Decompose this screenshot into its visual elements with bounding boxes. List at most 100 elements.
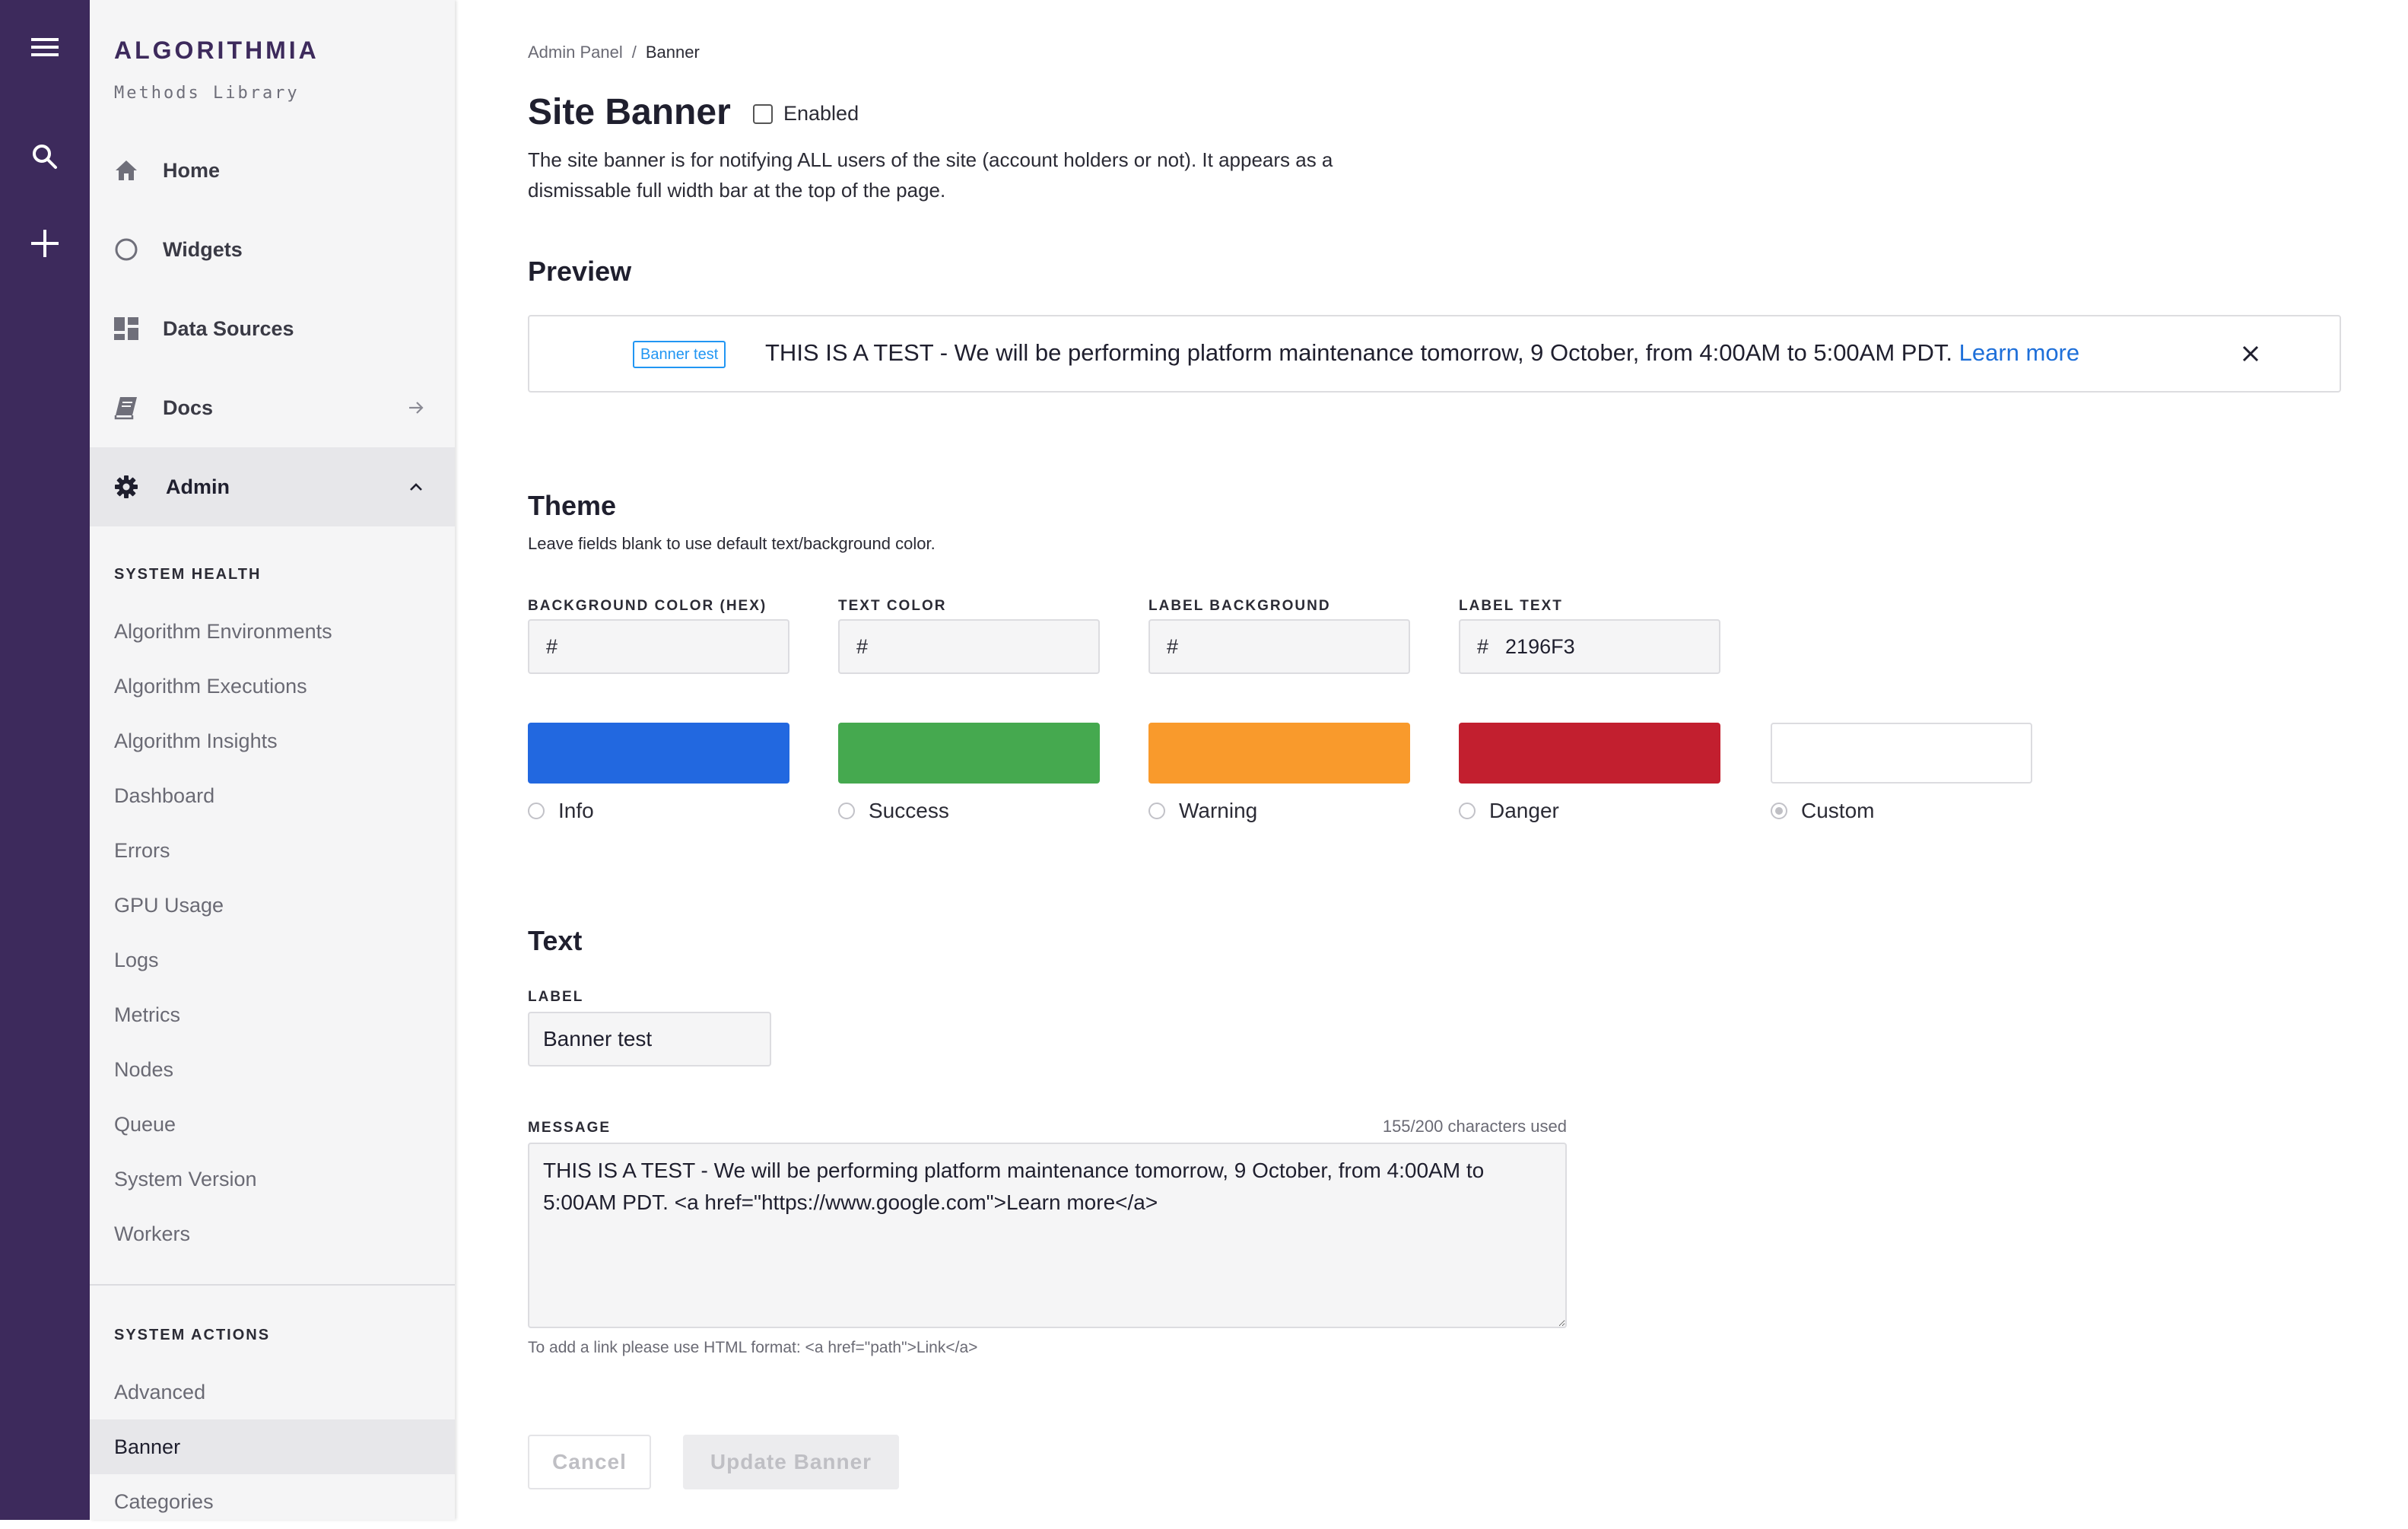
sidebar-item-system-version[interactable]: System Version [90,1152,455,1206]
hash-prefix: # [546,634,558,658]
message-textarea[interactable]: THIS IS A TEST - We will be performing p… [528,1143,1567,1328]
character-count: 155/200 characters used [1382,1117,1567,1136]
swatch-custom[interactable] [1771,723,2032,784]
brand-subtitle: Methods Library [114,84,300,103]
brand-logo[interactable]: ALGORITHMIA [114,37,319,65]
breadcrumb-separator: / [631,43,637,62]
sidebar-divider [90,1284,455,1286]
nav-label: Admin [166,475,230,498]
theme-note: Leave fields blank to use default text/b… [528,534,936,553]
sidebar-item-queue[interactable]: Queue [90,1097,455,1152]
radio-custom[interactable]: Custom [1771,799,1874,823]
section-heading-system-health: SYSTEM HEALTH [114,566,262,583]
sidebar-item-advanced[interactable]: Advanced [90,1365,455,1419]
swatch-info[interactable] [528,723,789,784]
sidebar-item-categories[interactable]: Categories [90,1474,455,1529]
radio-label: Danger [1489,799,1559,822]
plus-icon[interactable] [0,213,90,274]
sidebar-item-algorithm-insights[interactable]: Algorithm Insights [90,714,455,768]
radio-button[interactable] [528,803,545,819]
swatch-danger[interactable] [1459,723,1720,784]
sidebar-item-logs[interactable]: Logs [90,933,455,987]
radio-warning[interactable]: Warning [1148,799,1257,823]
background-color-input[interactable] [574,634,773,659]
preview-heading: Preview [528,256,632,287]
nav-label: Home [163,158,221,182]
book-icon [113,394,140,421]
message-field-label: MESSAGE [528,1120,612,1136]
link-format-hint: To add a link please use HTML format: <a… [528,1339,978,1356]
radio-button[interactable] [838,803,855,819]
sidebar-item-banner[interactable]: Banner [90,1419,455,1474]
radio-label: Info [558,799,594,822]
nav-item-data-sources[interactable]: Data Sources [90,289,455,368]
label-background-input[interactable] [1195,634,1393,659]
sidebar-item-errors[interactable]: Errors [90,823,455,878]
text-color-input[interactable] [885,634,1083,659]
text-color-label: TEXT COLOR [838,598,947,614]
arrow-right-icon [405,396,427,419]
breadcrumb-current: Banner [645,43,700,62]
label-background-field[interactable]: # [1148,619,1410,674]
circle-icon [113,236,140,263]
enabled-checkbox[interactable] [753,103,773,124]
update-banner-button[interactable]: Update Banner [683,1435,899,1489]
theme-heading: Theme [528,490,617,521]
home-icon [113,157,140,184]
app-rail [0,0,90,1520]
sidebar-item-workers[interactable]: Workers [90,1206,455,1261]
nav-item-widgets[interactable]: Widgets [90,210,455,289]
search-icon[interactable] [0,126,90,187]
radio-label: Warning [1179,799,1258,822]
banner-preview-message: THIS IS A TEST - We will be performing p… [765,339,2080,366]
radio-button[interactable] [1148,803,1165,819]
radio-danger[interactable]: Danger [1459,799,1559,823]
radio-success[interactable]: Success [838,799,949,823]
label-text-field[interactable]: # [1459,619,1720,674]
breadcrumb: Admin Panel / Banner [528,43,700,62]
close-icon[interactable] [2238,341,2263,367]
banner-preview: Banner test THIS IS A TEST - We will be … [528,315,2341,393]
label-input[interactable] [528,1012,771,1066]
swatch-success[interactable] [838,723,1100,784]
text-color-field[interactable]: # [838,619,1100,674]
nav-item-docs[interactable]: Docs [90,368,455,447]
radio-label: Success [869,799,949,822]
nav-item-admin[interactable]: Admin [90,447,455,526]
sidebar-item-nodes[interactable]: Nodes [90,1042,455,1097]
gear-icon [113,473,140,501]
page-description: The site banner is for notifying ALL use… [528,148,1333,202]
cancel-button[interactable]: Cancel [528,1435,651,1489]
label-text-label: LABEL TEXT [1459,598,1563,614]
label-text-input[interactable] [1505,634,1704,659]
nav-item-home[interactable]: Home [90,131,455,210]
nav-label: Docs [163,396,214,419]
radio-label: Custom [1801,799,1875,822]
label-field-label: LABEL [528,989,584,1005]
chevron-up-icon[interactable] [405,475,427,498]
sidebar-item-gpu-usage[interactable]: GPU Usage [90,878,455,933]
sidebar-item-dashboard[interactable]: Dashboard [90,768,455,823]
swatch-warning[interactable] [1148,723,1410,784]
hash-prefix: # [1167,634,1179,658]
hash-prefix: # [856,634,869,658]
section-heading-system-actions: SYSTEM ACTIONS [114,1327,271,1343]
radio-button[interactable] [1459,803,1476,819]
sidebar-item-algorithm-executions[interactable]: Algorithm Executions [90,659,455,714]
main-content: Admin Panel / Banner Site Banner Enabled T… [528,0,2408,1520]
breadcrumb-admin-panel[interactable]: Admin Panel [528,43,623,62]
radio-button[interactable] [1771,803,1787,819]
background-color-label: BACKGROUND COLOR (HEX) [528,598,767,614]
sidebar: ALGORITHMIA Methods Library Home Widgets… [90,0,455,1520]
radio-info[interactable]: Info [528,799,594,823]
banner-preview-label: Banner test [633,341,726,368]
enabled-label: Enabled [783,102,859,125]
sidebar-item-algorithm-environments[interactable]: Algorithm Environments [90,604,455,659]
sidebar-item-metrics[interactable]: Metrics [90,987,455,1042]
hash-prefix: # [1477,634,1489,658]
learn-more-link[interactable]: Learn more [1959,339,2080,366]
nav-label: Data Sources [163,316,294,340]
hamburger-icon[interactable] [0,17,90,78]
background-color-field[interactable]: # [528,619,789,674]
enabled-toggle[interactable]: Enabled [753,102,859,126]
